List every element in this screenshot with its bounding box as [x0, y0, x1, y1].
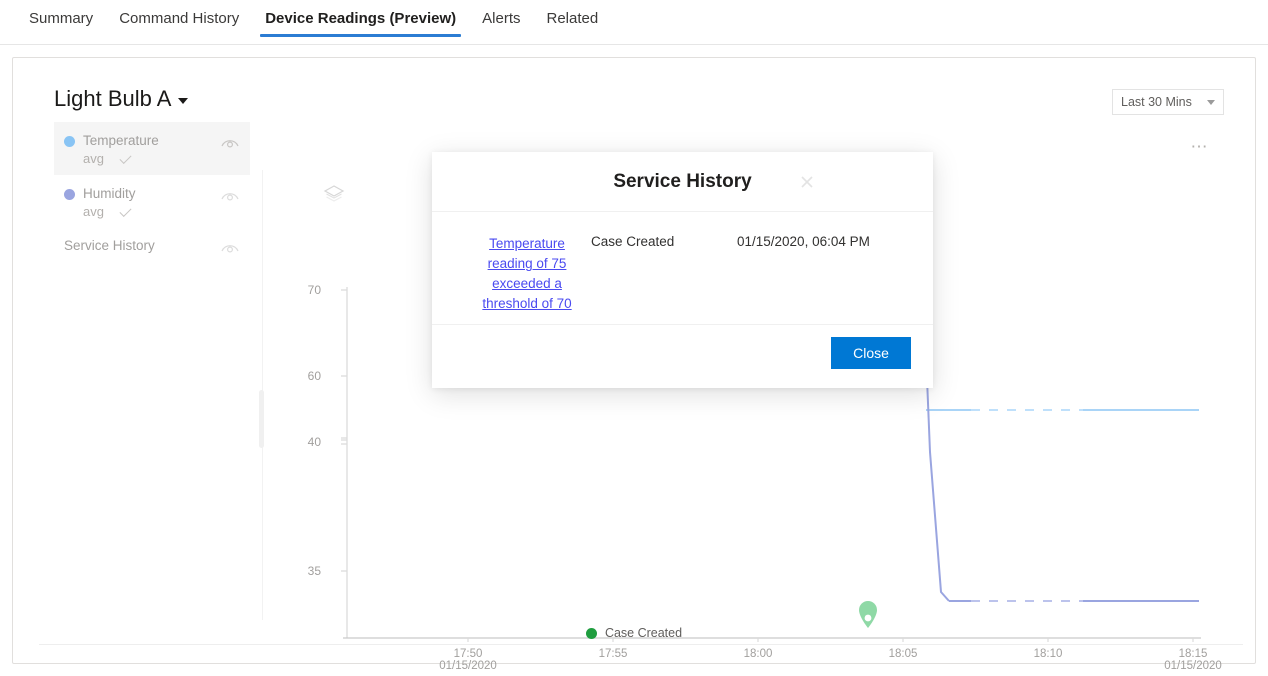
x-axis-start-date: 01/15/2020	[439, 660, 497, 672]
series-color-dot	[64, 189, 75, 200]
dialog-body: Temperature reading of 75 exceeded a thr…	[432, 212, 933, 325]
x-tick-time: 17:50	[453, 648, 483, 660]
y-tick-label: 35	[307, 564, 321, 578]
x-tick-label: 18:05	[888, 648, 918, 660]
service-history-timestamp: 01/15/2020, 06:04 PM	[737, 234, 870, 249]
x-tick-label: 17:55	[598, 648, 628, 660]
chevron-down-icon	[119, 151, 132, 164]
y-tick-label: 70	[307, 283, 321, 297]
legend-scrollbar-thumb[interactable]	[259, 390, 264, 448]
y-tick-label: 60	[307, 369, 321, 383]
visibility-toggle-icon[interactable]	[220, 188, 240, 202]
chevron-down-icon	[1207, 99, 1215, 105]
time-range-value: Last 30 Mins	[1121, 95, 1192, 109]
case-created-legend-label: Case Created	[604, 626, 683, 640]
chart-bottom-legend: Case Created	[13, 626, 1255, 640]
chevron-down-icon	[178, 98, 189, 104]
series-color-dot	[64, 136, 75, 147]
chevron-down-icon	[119, 204, 132, 217]
dialog-header: Service History	[432, 152, 933, 212]
aggregation-value: avg	[83, 151, 104, 166]
series-name: Temperature	[83, 133, 159, 148]
close-icon[interactable]	[799, 174, 815, 190]
dialog-title: Service History	[613, 170, 752, 192]
x-tick-label: 17:50 01/15/2020	[423, 648, 513, 672]
series-name: Humidity	[83, 186, 136, 201]
close-button[interactable]: Close	[831, 337, 911, 369]
service-history-dialog: Service History Temperature reading of 7…	[432, 152, 933, 388]
x-tick-label: 18:15 01/15/2020	[1148, 648, 1238, 672]
legend-item-service-history[interactable]: Service History	[54, 228, 250, 262]
x-tick-label: 18:00	[743, 648, 773, 660]
service-history-link[interactable]: Temperature reading of 75 exceeded a thr…	[479, 234, 575, 314]
x-tick-time: 18:15	[1178, 648, 1208, 660]
legend-item-humidity[interactable]: Humidity avg	[54, 175, 250, 228]
series-legend-panel: Temperature avg Humidity avg Service His…	[54, 122, 250, 602]
case-created-color-dot	[585, 627, 597, 639]
aggregation-selector[interactable]: avg	[83, 150, 220, 167]
case-created-marker	[859, 601, 877, 628]
card-divider	[39, 644, 1243, 645]
dialog-footer: Close	[432, 325, 933, 387]
y-tick-label: 40	[307, 435, 321, 449]
device-name: Light Bulb A	[54, 86, 172, 111]
device-selector[interactable]: Light Bulb A	[54, 86, 189, 112]
x-axis-end-date: 01/15/2020	[1164, 660, 1222, 672]
tab-command-history[interactable]: Command History	[106, 0, 252, 37]
aggregation-value: avg	[83, 204, 104, 219]
aggregation-selector[interactable]: avg	[83, 203, 220, 220]
tab-alerts[interactable]: Alerts	[469, 0, 533, 37]
tab-related[interactable]: Related	[533, 0, 611, 37]
time-range-dropdown[interactable]: Last 30 Mins	[1112, 89, 1224, 115]
x-tick-label: 18:10	[1033, 648, 1063, 660]
tab-device-readings[interactable]: Device Readings (Preview)	[252, 0, 469, 37]
legend-item-temperature[interactable]: Temperature avg	[54, 122, 250, 175]
visibility-toggle-icon[interactable]	[220, 135, 240, 149]
series-name: Service History	[64, 237, 155, 253]
tab-summary[interactable]: Summary	[16, 0, 106, 37]
service-history-action: Case Created	[591, 234, 675, 249]
tab-strip: Summary Command History Device Readings …	[0, 0, 1268, 45]
visibility-toggle-icon[interactable]	[220, 240, 240, 254]
